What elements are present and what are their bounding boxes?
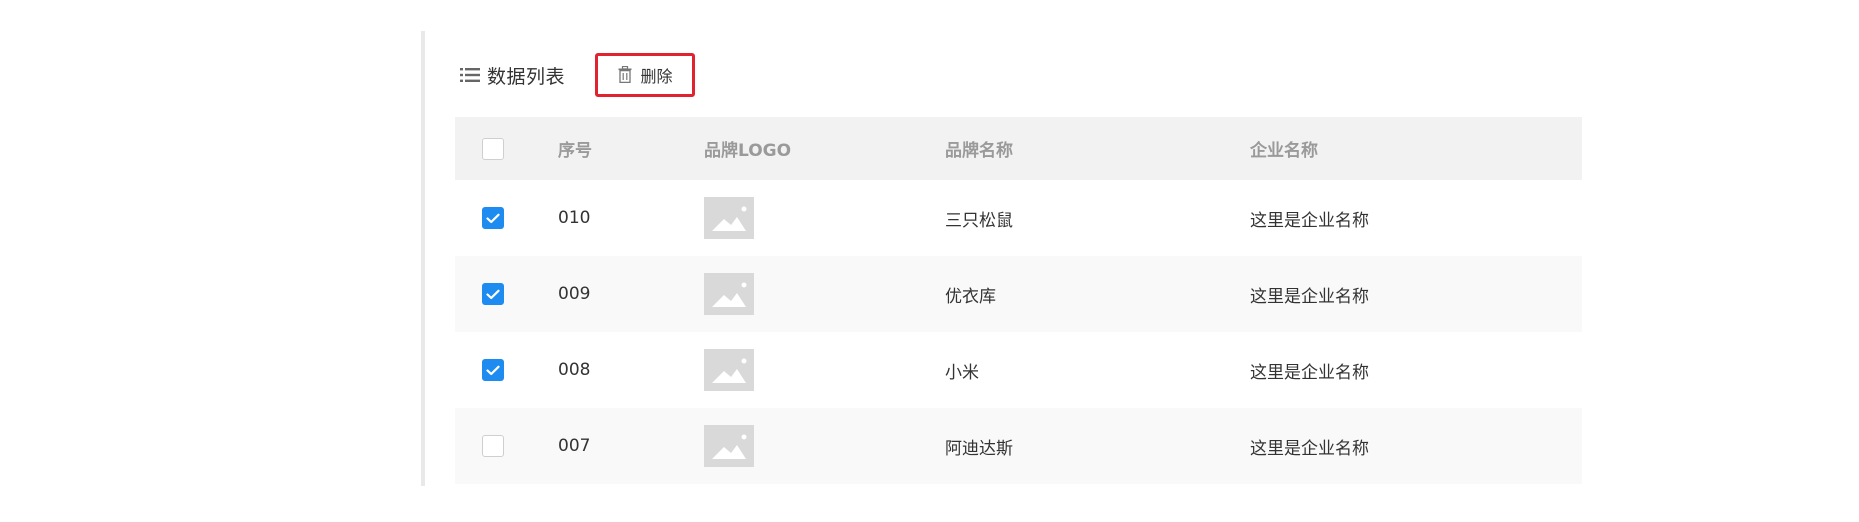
row-index: 007 [558, 408, 704, 484]
select-all-cell [455, 117, 558, 180]
data-list-panel: 数据列表 删除 序号 品牌LOGO 品牌名称 企业名称 010 三只松鼠 这里是… [455, 31, 1582, 491]
row-company-name: 这里是企业名称 [1250, 332, 1582, 408]
image-placeholder-icon [704, 197, 754, 239]
row-checkbox[interactable] [482, 207, 504, 229]
column-header-logo: 品牌LOGO [704, 117, 945, 180]
row-logo-cell [704, 256, 945, 332]
table-row: 010 三只松鼠 这里是企业名称 [455, 180, 1582, 256]
panel-left-border [421, 31, 425, 486]
trash-icon [618, 66, 634, 84]
row-checkbox[interactable] [482, 359, 504, 381]
row-brand-name: 阿迪达斯 [945, 408, 1250, 484]
row-logo-cell [704, 332, 945, 408]
row-index: 008 [558, 332, 704, 408]
table-header-row: 序号 品牌LOGO 品牌名称 企业名称 [455, 117, 1582, 180]
row-company-name: 这里是企业名称 [1250, 180, 1582, 256]
list-icon [459, 64, 481, 86]
row-select-cell [455, 256, 558, 332]
page-title: 数据列表 [487, 65, 566, 88]
row-logo-cell [704, 180, 945, 256]
row-select-cell [455, 180, 558, 256]
row-index: 010 [558, 180, 704, 256]
delete-button-label: 删除 [640, 67, 673, 86]
toolbar: 数据列表 删除 [455, 51, 1582, 99]
column-header-company: 企业名称 [1250, 117, 1582, 180]
table-row: 009 优衣库 这里是企业名称 [455, 256, 1582, 332]
row-company-name: 这里是企业名称 [1250, 256, 1582, 332]
image-placeholder-icon [704, 273, 754, 315]
row-checkbox[interactable] [482, 283, 504, 305]
table-row: 008 小米 这里是企业名称 [455, 332, 1582, 408]
column-header-index: 序号 [558, 117, 704, 180]
row-logo-cell [704, 408, 945, 484]
table-row: 007 阿迪达斯 这里是企业名称 [455, 408, 1582, 484]
select-all-checkbox[interactable] [482, 137, 504, 160]
row-select-cell [455, 408, 558, 484]
row-select-cell [455, 332, 558, 408]
delete-button[interactable]: 删除 [595, 53, 696, 97]
image-placeholder-icon [704, 425, 754, 467]
row-checkbox[interactable] [482, 435, 504, 457]
row-brand-name: 优衣库 [945, 256, 1250, 332]
brand-table: 序号 品牌LOGO 品牌名称 企业名称 010 三只松鼠 这里是企业名称 009… [455, 117, 1582, 484]
row-brand-name: 小米 [945, 332, 1250, 408]
row-index: 009 [558, 256, 704, 332]
column-header-brand: 品牌名称 [945, 117, 1250, 180]
row-brand-name: 三只松鼠 [945, 180, 1250, 256]
image-placeholder-icon [704, 349, 754, 391]
row-company-name: 这里是企业名称 [1250, 408, 1582, 484]
